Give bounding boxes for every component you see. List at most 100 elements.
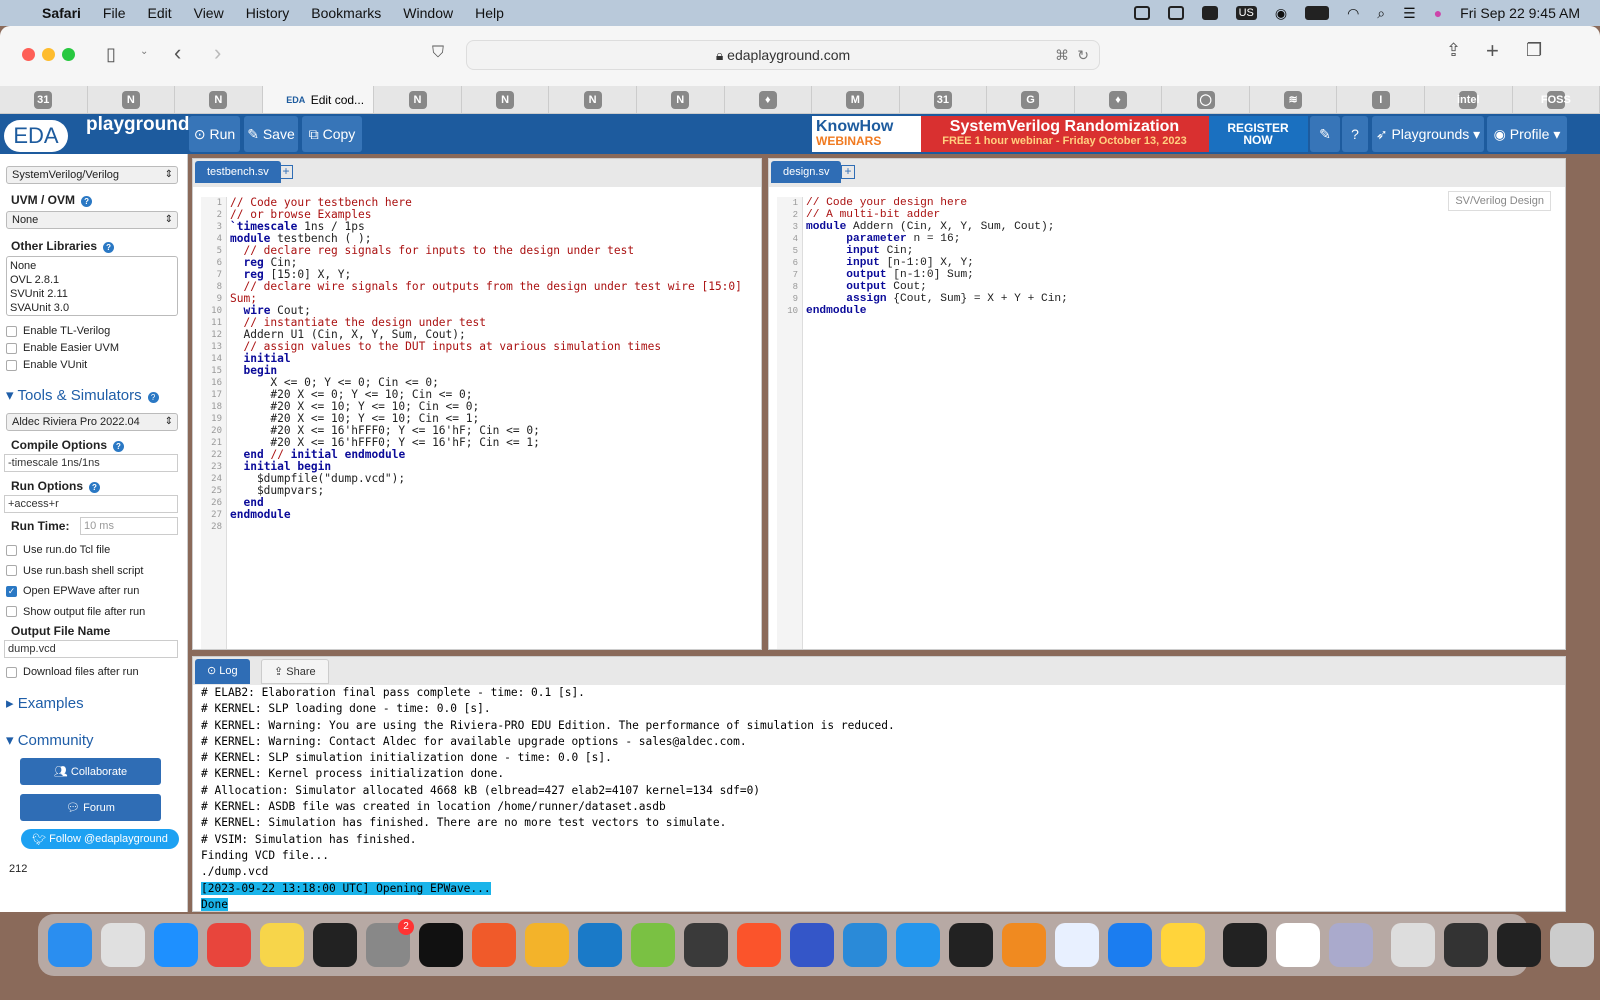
dock-notes-icon[interactable]: [260, 923, 304, 967]
browser-tab[interactable]: 31: [900, 86, 988, 113]
menu-history[interactable]: History: [246, 5, 290, 21]
translate-icon[interactable]: ⌘: [1055, 41, 1069, 69]
tab-share[interactable]: ⇪ Share: [261, 659, 329, 684]
dock-brave-icon[interactable]: [737, 923, 781, 967]
collaborate-button[interactable]: 👥︎ Collaborate: [20, 758, 161, 785]
keyboard-layout[interactable]: US: [1235, 6, 1257, 20]
playgrounds-menu[interactable]: ➶ Playgrounds ▾: [1372, 116, 1484, 152]
menu-file[interactable]: File: [103, 5, 126, 21]
dock-terminal-icon[interactable]: [313, 923, 357, 967]
library-option[interactable]: OVL 2.8.1: [10, 273, 174, 287]
dock-sublime-icon[interactable]: [684, 923, 728, 967]
clock[interactable]: Fri Sep 22 9:45 AM: [1460, 5, 1580, 21]
dock-chrome-icon[interactable]: [207, 923, 251, 967]
compile-options-input[interactable]: -timescale 1ns/1ns: [4, 454, 178, 472]
dock-colorpicker-icon[interactable]: [525, 923, 569, 967]
checkbox-enable-tl-verilog[interactable]: Enable TL-Verilog: [6, 325, 110, 337]
browser-tab[interactable]: N: [549, 86, 637, 113]
dock-python-icon[interactable]: [1161, 923, 1205, 967]
forward-button[interactable]: ›: [214, 40, 221, 66]
browser-tab[interactable]: intel: [1425, 86, 1513, 113]
dock-system-settings-icon[interactable]: 2: [366, 919, 414, 967]
checkbox-box[interactable]: [6, 565, 17, 576]
address-bar[interactable]: 🔒︎ edaplayground.com ⌘ ↻: [466, 40, 1100, 70]
browser-tab[interactable]: N: [462, 86, 550, 113]
menu-app[interactable]: Safari: [42, 5, 81, 21]
examples-section[interactable]: ▸ Examples: [6, 694, 84, 712]
download-files-checkbox[interactable]: Download files after run: [6, 666, 139, 678]
user-icon[interactable]: ◉: [1275, 5, 1287, 22]
browser-tab[interactable]: N: [374, 86, 462, 113]
checkbox-use-run-do-tcl-file[interactable]: Use run.do Tcl file: [6, 544, 110, 556]
browser-tab[interactable]: ♦: [1075, 86, 1163, 113]
dock-finder-icon[interactable]: [48, 923, 92, 967]
browser-tab[interactable]: I: [1337, 86, 1425, 113]
window-icon[interactable]: [1167, 6, 1184, 20]
search-icon[interactable]: ⌕: [1377, 5, 1385, 22]
tools-simulators-section[interactable]: ▾ Tools & Simulators?: [6, 386, 159, 404]
dock-activity-monitor-icon[interactable]: [1223, 923, 1267, 967]
library-option[interactable]: SVAUnit 3.0: [10, 301, 174, 315]
back-button[interactable]: ‹: [174, 40, 181, 66]
checkbox-box[interactable]: [6, 606, 17, 617]
edit-icon[interactable]: ✎: [1310, 116, 1340, 152]
tab-testbench[interactable]: testbench.sv: [195, 161, 281, 183]
siri-icon[interactable]: ●: [1434, 5, 1442, 21]
tab-design[interactable]: design.sv: [771, 161, 842, 183]
dock-docker-icon[interactable]: [896, 923, 940, 967]
minimize-window-button[interactable]: [42, 48, 55, 61]
tab-log[interactable]: ⊙ Log: [195, 659, 250, 684]
output-file-input[interactable]: dump.vcd: [4, 640, 178, 658]
status-icon[interactable]: [1133, 6, 1150, 20]
browser-tab[interactable]: EDA Edit cod...: [262, 86, 375, 113]
close-window-button[interactable]: [22, 48, 35, 61]
tab-overview-icon[interactable]: ❐: [1526, 40, 1542, 61]
dock-fl-studio-icon[interactable]: [1002, 923, 1046, 967]
testbench-editor[interactable]: 1 2 3 4 5 6 7 8 9 10 11 12 13 14 15 16 17 18 19 20 21 22 23 24 2…: [193, 187, 761, 649]
checkbox-open-epwave-after-run[interactable]: ✓ Open EPWave after run: [6, 585, 139, 597]
share-icon[interactable]: ⇪: [1446, 40, 1461, 61]
browser-tab[interactable]: ♦: [725, 86, 813, 113]
checkbox-show-output-file-after-run[interactable]: Show output file after run: [6, 606, 145, 618]
dock-safari-icon[interactable]: [154, 923, 198, 967]
save-button[interactable]: ✎ Save: [244, 116, 298, 152]
dock-wireshark-icon[interactable]: [578, 923, 622, 967]
browser-tab[interactable]: ◯: [1162, 86, 1250, 113]
dock-app-dark-icon[interactable]: [949, 923, 993, 967]
dock-launchpad-icon[interactable]: [101, 923, 145, 967]
run-button[interactable]: ⊙ Run: [189, 116, 240, 152]
webinar-banner-ad[interactable]: KnowHow WEBINARS SystemVerilog Randomizat…: [812, 116, 1308, 152]
checkbox-box[interactable]: [6, 325, 17, 337]
follow-twitter-button[interactable]: 🐦︎ Follow @edaplayground: [21, 829, 179, 849]
wifi-icon[interactable]: ◠: [1347, 5, 1359, 22]
dock-vscode-icon[interactable]: [843, 923, 887, 967]
browser-tab[interactable]: ≋: [1250, 86, 1338, 113]
battery-icon[interactable]: [1305, 6, 1330, 20]
eda-playground-logo[interactable]: EDA playground: [4, 114, 189, 154]
browser-tab[interactable]: G: [987, 86, 1075, 113]
dock-window-1-icon[interactable]: [1444, 923, 1488, 967]
help-icon[interactable]: ?: [1342, 116, 1368, 152]
community-section[interactable]: ▾ Community: [6, 731, 94, 749]
copy-button[interactable]: ⧉ Copy: [302, 116, 362, 152]
dock-paw-icon[interactable]: [472, 923, 516, 967]
checkbox-box[interactable]: [6, 544, 17, 556]
dock-preview-icon[interactable]: [1329, 923, 1373, 967]
add-file-button[interactable]: +: [841, 165, 855, 179]
dock-xcode-icon[interactable]: [1108, 923, 1152, 967]
dock-slack-icon[interactable]: [1276, 923, 1320, 967]
chevron-down-icon[interactable]: ⌄: [140, 46, 148, 57]
checkbox-box[interactable]: ✓: [6, 585, 17, 597]
privacy-shield-icon[interactable]: ⛉: [432, 44, 444, 62]
checkbox-enable-vunit[interactable]: Enable VUnit: [6, 359, 87, 371]
reload-icon[interactable]: ↻: [1077, 41, 1089, 69]
browser-tab[interactable]: M: [812, 86, 900, 113]
dock-trash-icon[interactable]: [1550, 923, 1594, 967]
menu-help[interactable]: Help: [475, 5, 504, 21]
checkbox-box[interactable]: [6, 359, 17, 371]
run-options-input[interactable]: +access+r: [4, 495, 178, 513]
browser-tab[interactable]: FOSS: [1513, 86, 1600, 113]
add-file-button[interactable]: +: [279, 165, 293, 179]
control-center-icon[interactable]: ☰: [1403, 5, 1416, 22]
library-option[interactable]: None: [10, 259, 174, 273]
